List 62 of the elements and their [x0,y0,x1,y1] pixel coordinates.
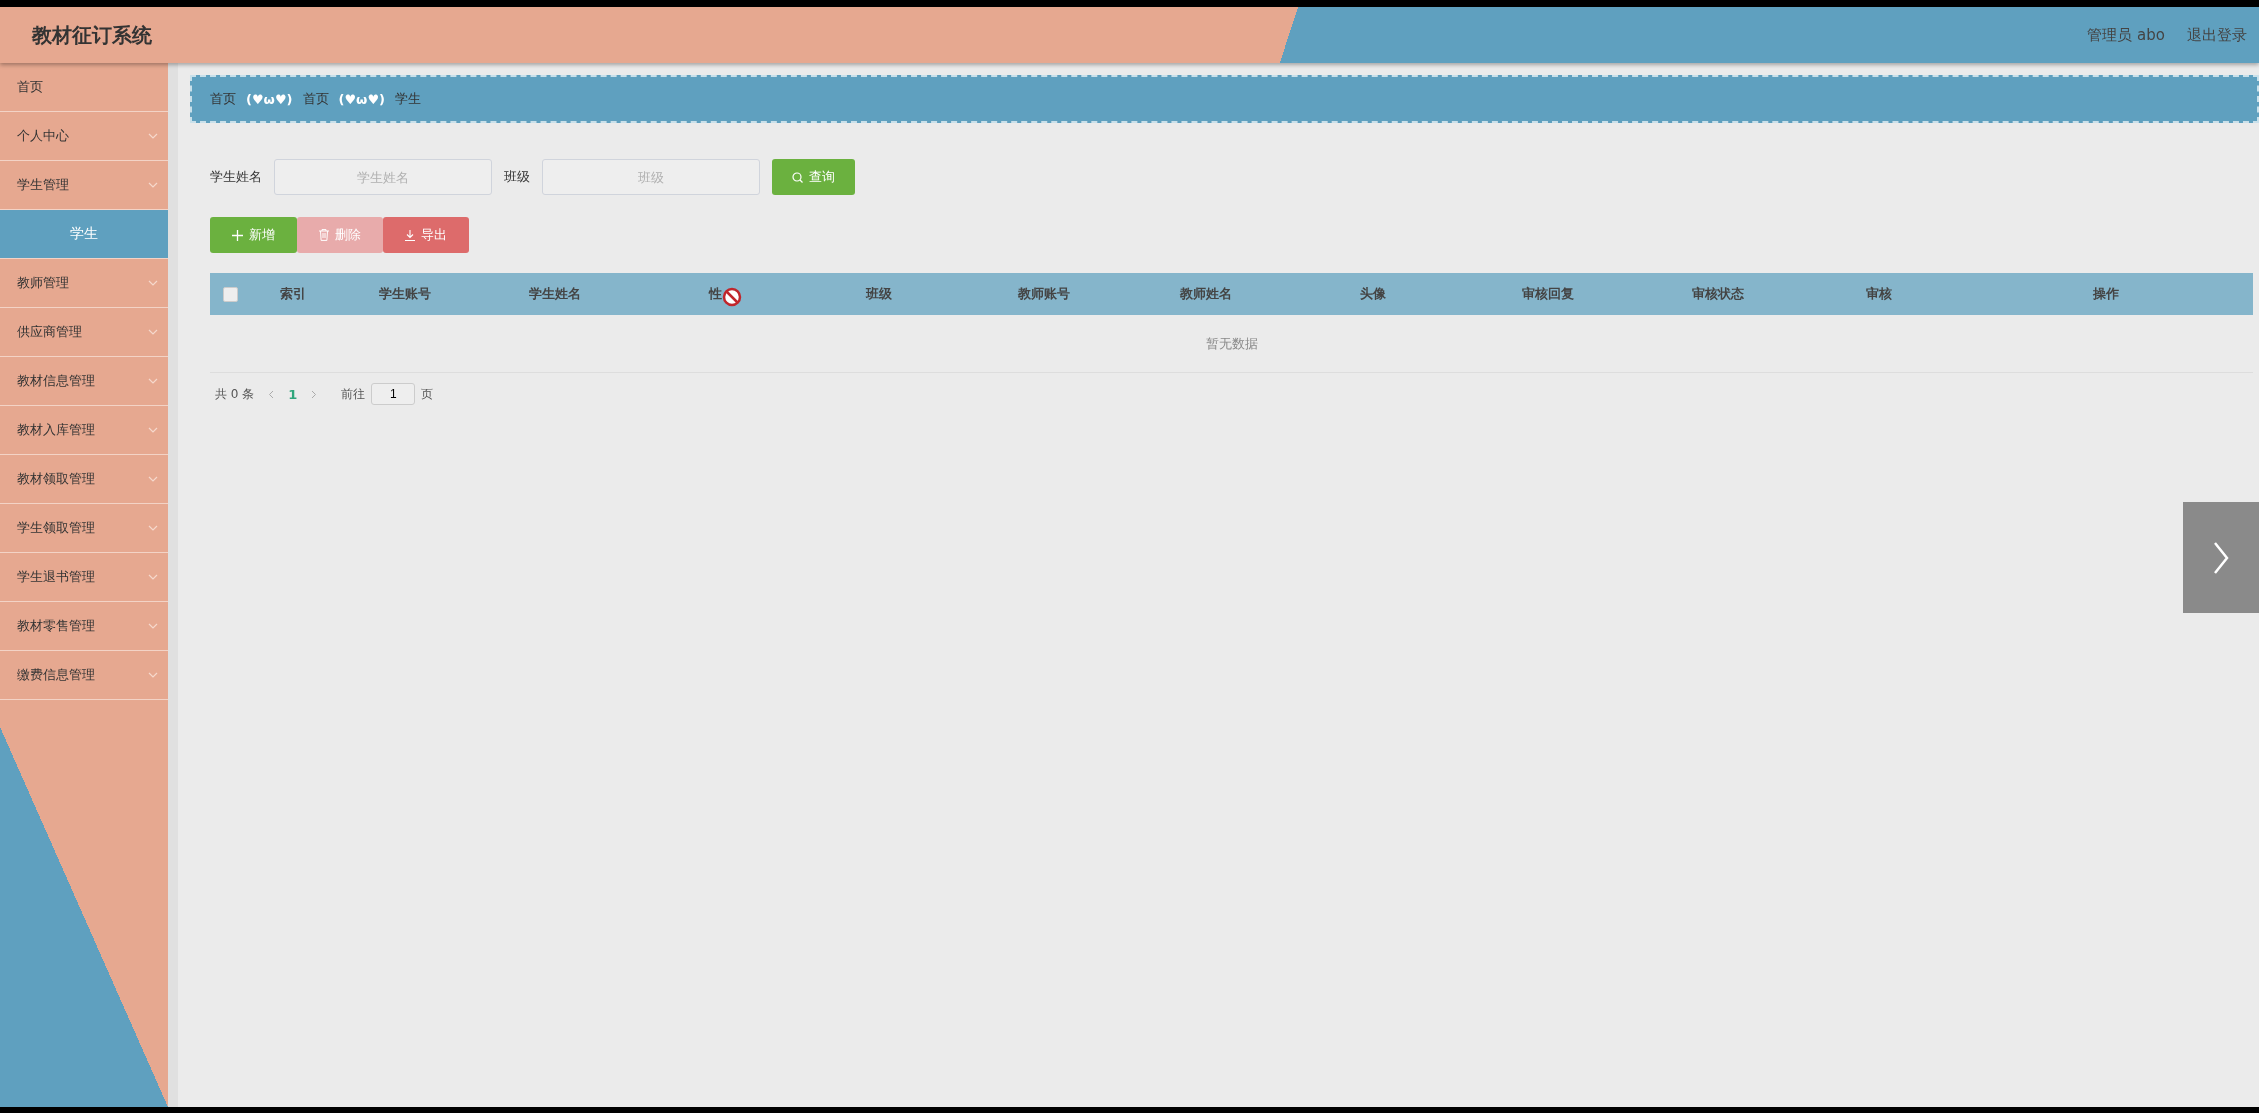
breadcrumb-separator: (♥ω♥) [246,91,293,107]
export-button[interactable]: 导出 [383,217,469,253]
sidebar-item[interactable]: 教材零售管理 [0,602,168,651]
column-header: 审核回复 [1522,285,1574,303]
search-icon [792,171,803,183]
column-header: 审核状态 [1692,285,1744,303]
search-field[interactable]: 班级 [542,159,760,195]
sidebar-item[interactable]: 教材入库管理 [0,406,168,455]
sidebar-item[interactable]: 学生领取管理 [0,504,168,553]
column-header: 学生姓名 [529,285,581,303]
chevron-down-icon [148,574,158,580]
column-header: 教师姓名 [1180,285,1232,303]
download-icon [405,229,415,241]
chevron-down-icon [148,378,158,384]
select-all-checkbox[interactable] [222,286,238,302]
chevron-down-icon [148,133,158,139]
breadcrumb-item[interactable]: 首页 [302,90,329,108]
column-header: 班级 [866,285,892,303]
plus-icon [232,229,243,241]
next-slide-button[interactable] [2183,502,2259,613]
chevron-down-icon [148,329,158,335]
column-header: 性 [708,285,722,303]
total-count: 共 0 条 [215,385,255,403]
breadcrumb-separator: (♥ω♥) [338,91,385,107]
goto-label: 前往 [341,385,366,403]
app-title: 教材征订系统 [32,21,152,49]
chevron-right-icon[interactable] [311,389,318,399]
column-header: 索引 [279,285,306,303]
chevron-down-icon [148,476,158,482]
chevron-left-icon[interactable] [268,389,275,399]
sidebar-item[interactable]: 教师管理 [0,259,168,308]
chevron-down-icon [148,182,158,188]
sidebar-item[interactable]: 学生退书管理 [0,553,168,602]
sidebar-item[interactable]: 供应商管理 [0,308,168,357]
user-label: 管理员 abo [2087,25,2165,45]
no-drop-cursor-icon [722,287,742,307]
chevron-down-icon [148,623,158,629]
field-label: 学生姓名 [210,168,262,186]
sidebar-item[interactable]: 个人中心 [0,112,168,161]
column-header: 学生账号 [379,285,431,303]
chevron-down-icon [148,525,158,531]
sidebar-item[interactable]: 首页 [0,63,168,112]
chevron-right-icon [2213,540,2229,575]
chevron-down-icon [148,280,158,286]
column-header: 头像 [1360,285,1386,303]
column-header: 审核 [1866,285,1892,303]
search-field[interactable]: 学生姓名 [274,159,492,195]
field-label: 班级 [504,168,530,186]
page-suffix: 页 [421,385,434,403]
breadcrumb-item[interactable]: 首页 [210,90,236,108]
sidebar-item[interactable]: 教材信息管理 [0,357,168,406]
sidebar-item[interactable]: 缴费信息管理 [0,651,168,700]
column-header: 教师账号 [1018,285,1070,303]
breadcrumb-item[interactable]: 学生 [395,90,421,108]
column-header: 操作 [2093,285,2119,303]
trash-icon [319,229,329,241]
page-input[interactable]: 1 [371,383,416,405]
empty-message: 暂无数据 [1205,334,1258,353]
logout-link[interactable]: 退出登录 [2187,25,2247,45]
sidebar-item[interactable]: 教材领取管理 [0,455,168,504]
chevron-down-icon [148,672,158,678]
chevron-down-icon [148,427,158,433]
